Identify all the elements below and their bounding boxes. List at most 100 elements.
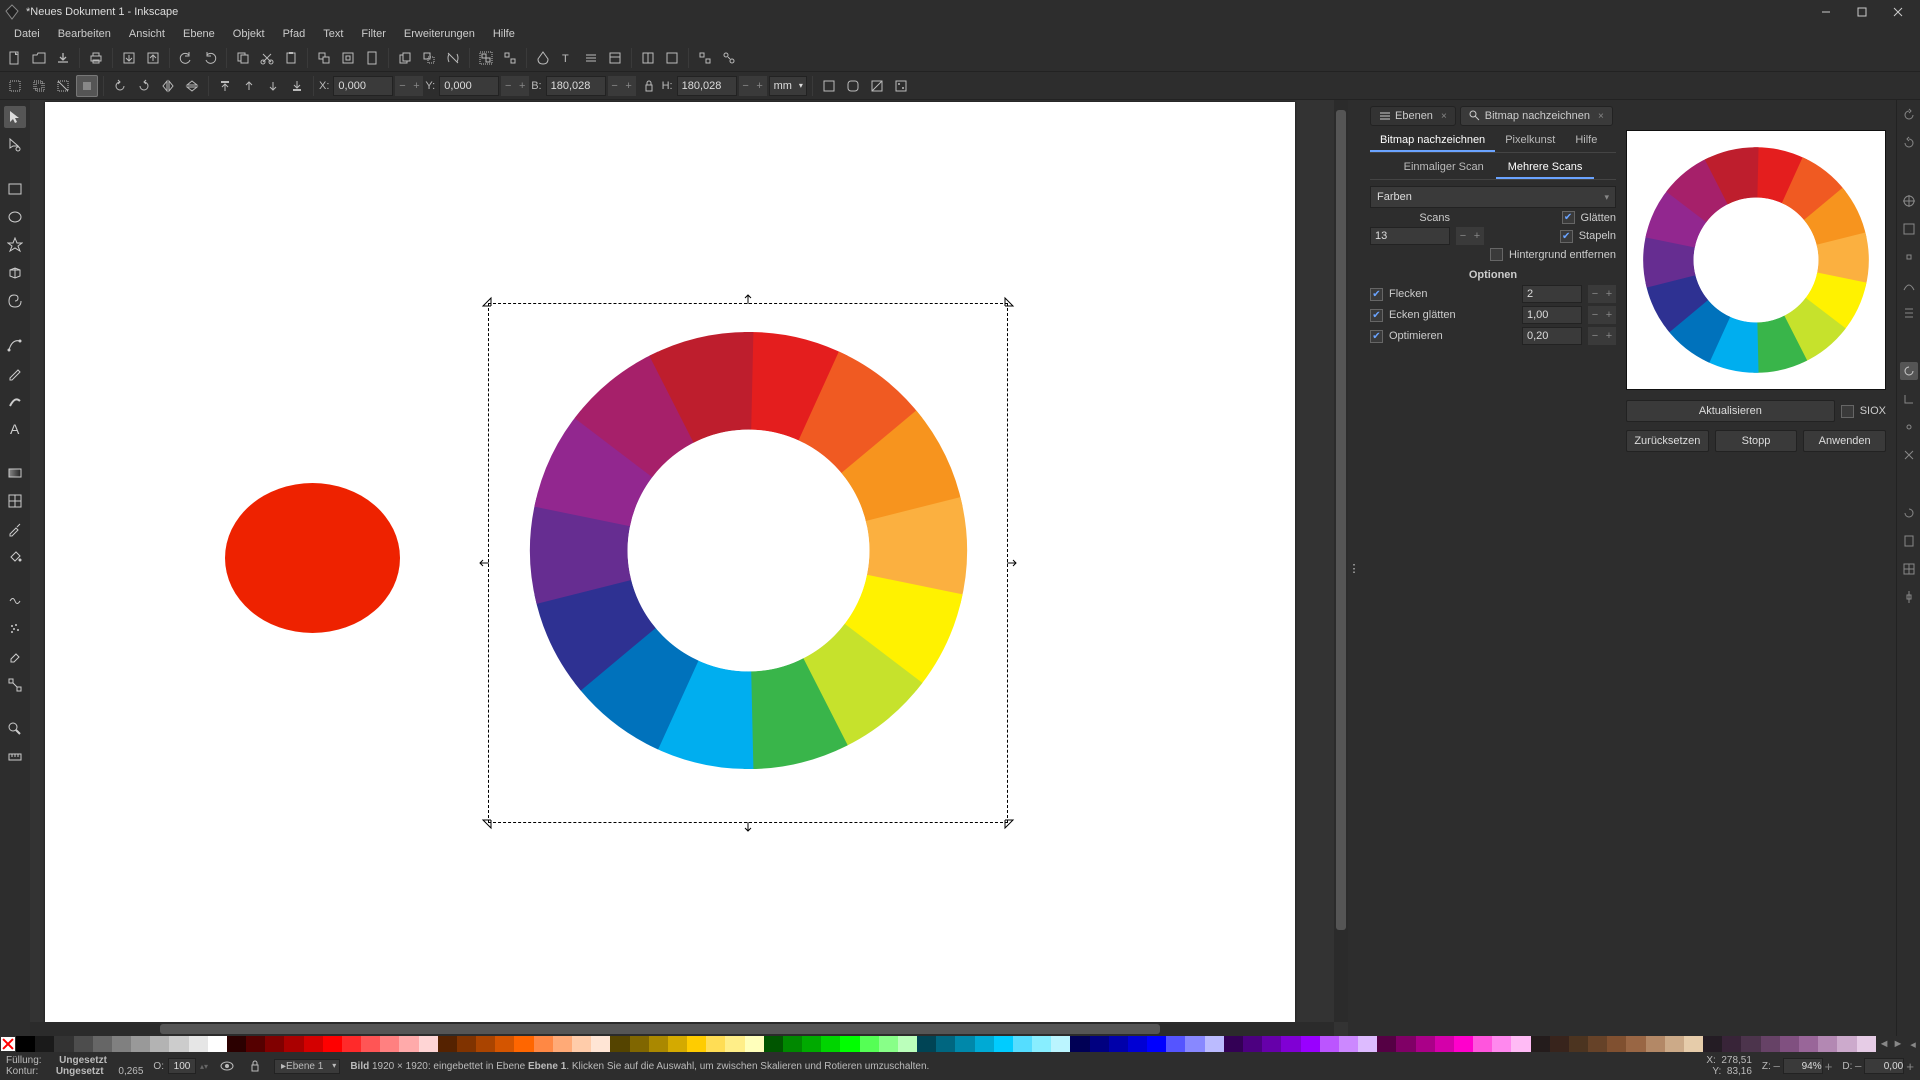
- layer-lock-icon[interactable]: [246, 1057, 264, 1075]
- palette-swatch[interactable]: [419, 1036, 438, 1052]
- palette-swatch[interactable]: [764, 1036, 783, 1052]
- spiral-tool-icon[interactable]: [4, 290, 26, 312]
- palette-swatch[interactable]: [821, 1036, 840, 1052]
- palette-swatch[interactable]: [1646, 1036, 1665, 1052]
- x-input[interactable]: [333, 76, 393, 96]
- palette-swatch[interactable]: [1147, 1036, 1166, 1052]
- dropper-tool-icon[interactable]: [4, 518, 26, 540]
- palette-swatch[interactable]: [553, 1036, 572, 1052]
- close-icon[interactable]: ×: [1441, 111, 1447, 122]
- transform-gradient-icon[interactable]: [866, 75, 888, 97]
- cut-icon[interactable]: [256, 47, 278, 69]
- opacity-field[interactable]: O: ▴▾: [153, 1058, 208, 1074]
- zoom-tool-icon[interactable]: [4, 718, 26, 740]
- palette-swatch[interactable]: [630, 1036, 649, 1052]
- dock-tab-trace[interactable]: Bitmap nachzeichnen ×: [1460, 106, 1613, 126]
- strip-align-icon[interactable]: [1900, 304, 1918, 322]
- palette-swatch[interactable]: [1722, 1036, 1741, 1052]
- scans-stepper[interactable]: −+: [1456, 227, 1484, 245]
- stop-button[interactable]: Stopp: [1715, 430, 1798, 452]
- x-stepper[interactable]: −+: [395, 76, 423, 96]
- palette-swatch[interactable]: [1703, 1036, 1722, 1052]
- export-icon[interactable]: [142, 47, 164, 69]
- subtab-trace[interactable]: Bitmap nachzeichnen: [1370, 130, 1495, 152]
- apply-button[interactable]: Anwenden: [1803, 430, 1886, 452]
- ecken-input[interactable]: [1522, 306, 1582, 324]
- w-stepper[interactable]: −+: [608, 76, 636, 96]
- menu-objekt[interactable]: Objekt: [225, 26, 273, 42]
- menu-ansicht[interactable]: Ansicht: [121, 26, 173, 42]
- zoom-selection-icon[interactable]: [313, 47, 335, 69]
- palette-swatch[interactable]: [265, 1036, 284, 1052]
- palette-swatch[interactable]: [1684, 1036, 1703, 1052]
- lower-bottom-icon[interactable]: [286, 75, 308, 97]
- palette-swatch[interactable]: [649, 1036, 668, 1052]
- stapeln-checkbox[interactable]: [1560, 230, 1573, 243]
- close-button[interactable]: [1880, 0, 1916, 24]
- glaetten-checkbox[interactable]: [1562, 211, 1575, 224]
- palette-swatch[interactable]: [1243, 1036, 1262, 1052]
- palette-swatch[interactable]: [879, 1036, 898, 1052]
- toggle-selection-icon[interactable]: [76, 75, 98, 97]
- palette-swatch[interactable]: [1588, 1036, 1607, 1052]
- transform-corners-icon[interactable]: [842, 75, 864, 97]
- calligraphy-tool-icon[interactable]: [4, 390, 26, 412]
- palette-swatch[interactable]: [476, 1036, 495, 1052]
- menu-filter[interactable]: Filter: [353, 26, 393, 42]
- palette-swatch[interactable]: [284, 1036, 303, 1052]
- duplicate-icon[interactable]: [394, 47, 416, 69]
- palette-swatch[interactable]: [1837, 1036, 1856, 1052]
- palette-swatch[interactable]: [668, 1036, 687, 1052]
- lower-icon[interactable]: [262, 75, 284, 97]
- zoom-field[interactable]: Z: − +: [1762, 1058, 1832, 1074]
- 3dbox-tool-icon[interactable]: [4, 262, 26, 284]
- palette-swatch[interactable]: [208, 1036, 227, 1052]
- palette-swatch[interactable]: [610, 1036, 629, 1052]
- save-icon[interactable]: [52, 47, 74, 69]
- deselect-icon[interactable]: [52, 75, 74, 97]
- palette-swatch[interactable]: [994, 1036, 1013, 1052]
- selected-image-object[interactable]: [488, 303, 1008, 823]
- flecken-input[interactable]: [1522, 285, 1582, 303]
- connector-tool-icon[interactable]: [4, 674, 26, 696]
- ellipse-tool-icon[interactable]: [4, 206, 26, 228]
- mesh-tool-icon[interactable]: [4, 490, 26, 512]
- menu-text[interactable]: Text: [315, 26, 351, 42]
- ungroup-icon[interactable]: [499, 47, 521, 69]
- palette-swatch[interactable]: [495, 1036, 514, 1052]
- palette-swatch[interactable]: [361, 1036, 380, 1052]
- strip-node-icon[interactable]: [1900, 248, 1918, 266]
- palette-swatch[interactable]: [380, 1036, 399, 1052]
- flecken-checkbox[interactable]: [1370, 288, 1383, 301]
- ecken-stepper[interactable]: −+: [1588, 306, 1616, 324]
- palette-menu-icon[interactable]: ◂: [1906, 1036, 1920, 1052]
- palette-swatch[interactable]: [1377, 1036, 1396, 1052]
- strip-snap2-icon[interactable]: [1900, 446, 1918, 464]
- rect-tool-icon[interactable]: [4, 178, 26, 200]
- menu-ebene[interactable]: Ebene: [175, 26, 223, 42]
- unlink-clone-icon[interactable]: [442, 47, 464, 69]
- palette-swatch[interactable]: [1531, 1036, 1550, 1052]
- strip-grid-icon[interactable]: [1900, 560, 1918, 578]
- new-icon[interactable]: [4, 47, 26, 69]
- spray-tool-icon[interactable]: [4, 618, 26, 640]
- w-input[interactable]: [546, 76, 606, 96]
- palette-swatch[interactable]: [227, 1036, 246, 1052]
- palette-swatch[interactable]: [687, 1036, 706, 1052]
- palette-swatch[interactable]: [112, 1036, 131, 1052]
- horizontal-scrollbar[interactable]: [30, 1022, 1334, 1036]
- strip-reload3-icon[interactable]: [1900, 362, 1918, 380]
- palette-swatch[interactable]: [534, 1036, 553, 1052]
- palette-swatch[interactable]: [1761, 1036, 1780, 1052]
- fill-stroke-indicator[interactable]: Füllung: Ungesetzt Kontur: Ungesetzt 0,2…: [6, 1055, 143, 1077]
- palette-swatch[interactable]: [1416, 1036, 1435, 1052]
- preferences-icon[interactable]: [694, 47, 716, 69]
- import-icon[interactable]: [118, 47, 140, 69]
- rotate-cw-icon[interactable]: [133, 75, 155, 97]
- layer-visibility-icon[interactable]: [218, 1057, 236, 1075]
- h-input[interactable]: [677, 76, 737, 96]
- gradient-tool-icon[interactable]: [4, 462, 26, 484]
- h-stepper[interactable]: −+: [739, 76, 767, 96]
- palette-swatch[interactable]: [1396, 1036, 1415, 1052]
- flip-v-icon[interactable]: [181, 75, 203, 97]
